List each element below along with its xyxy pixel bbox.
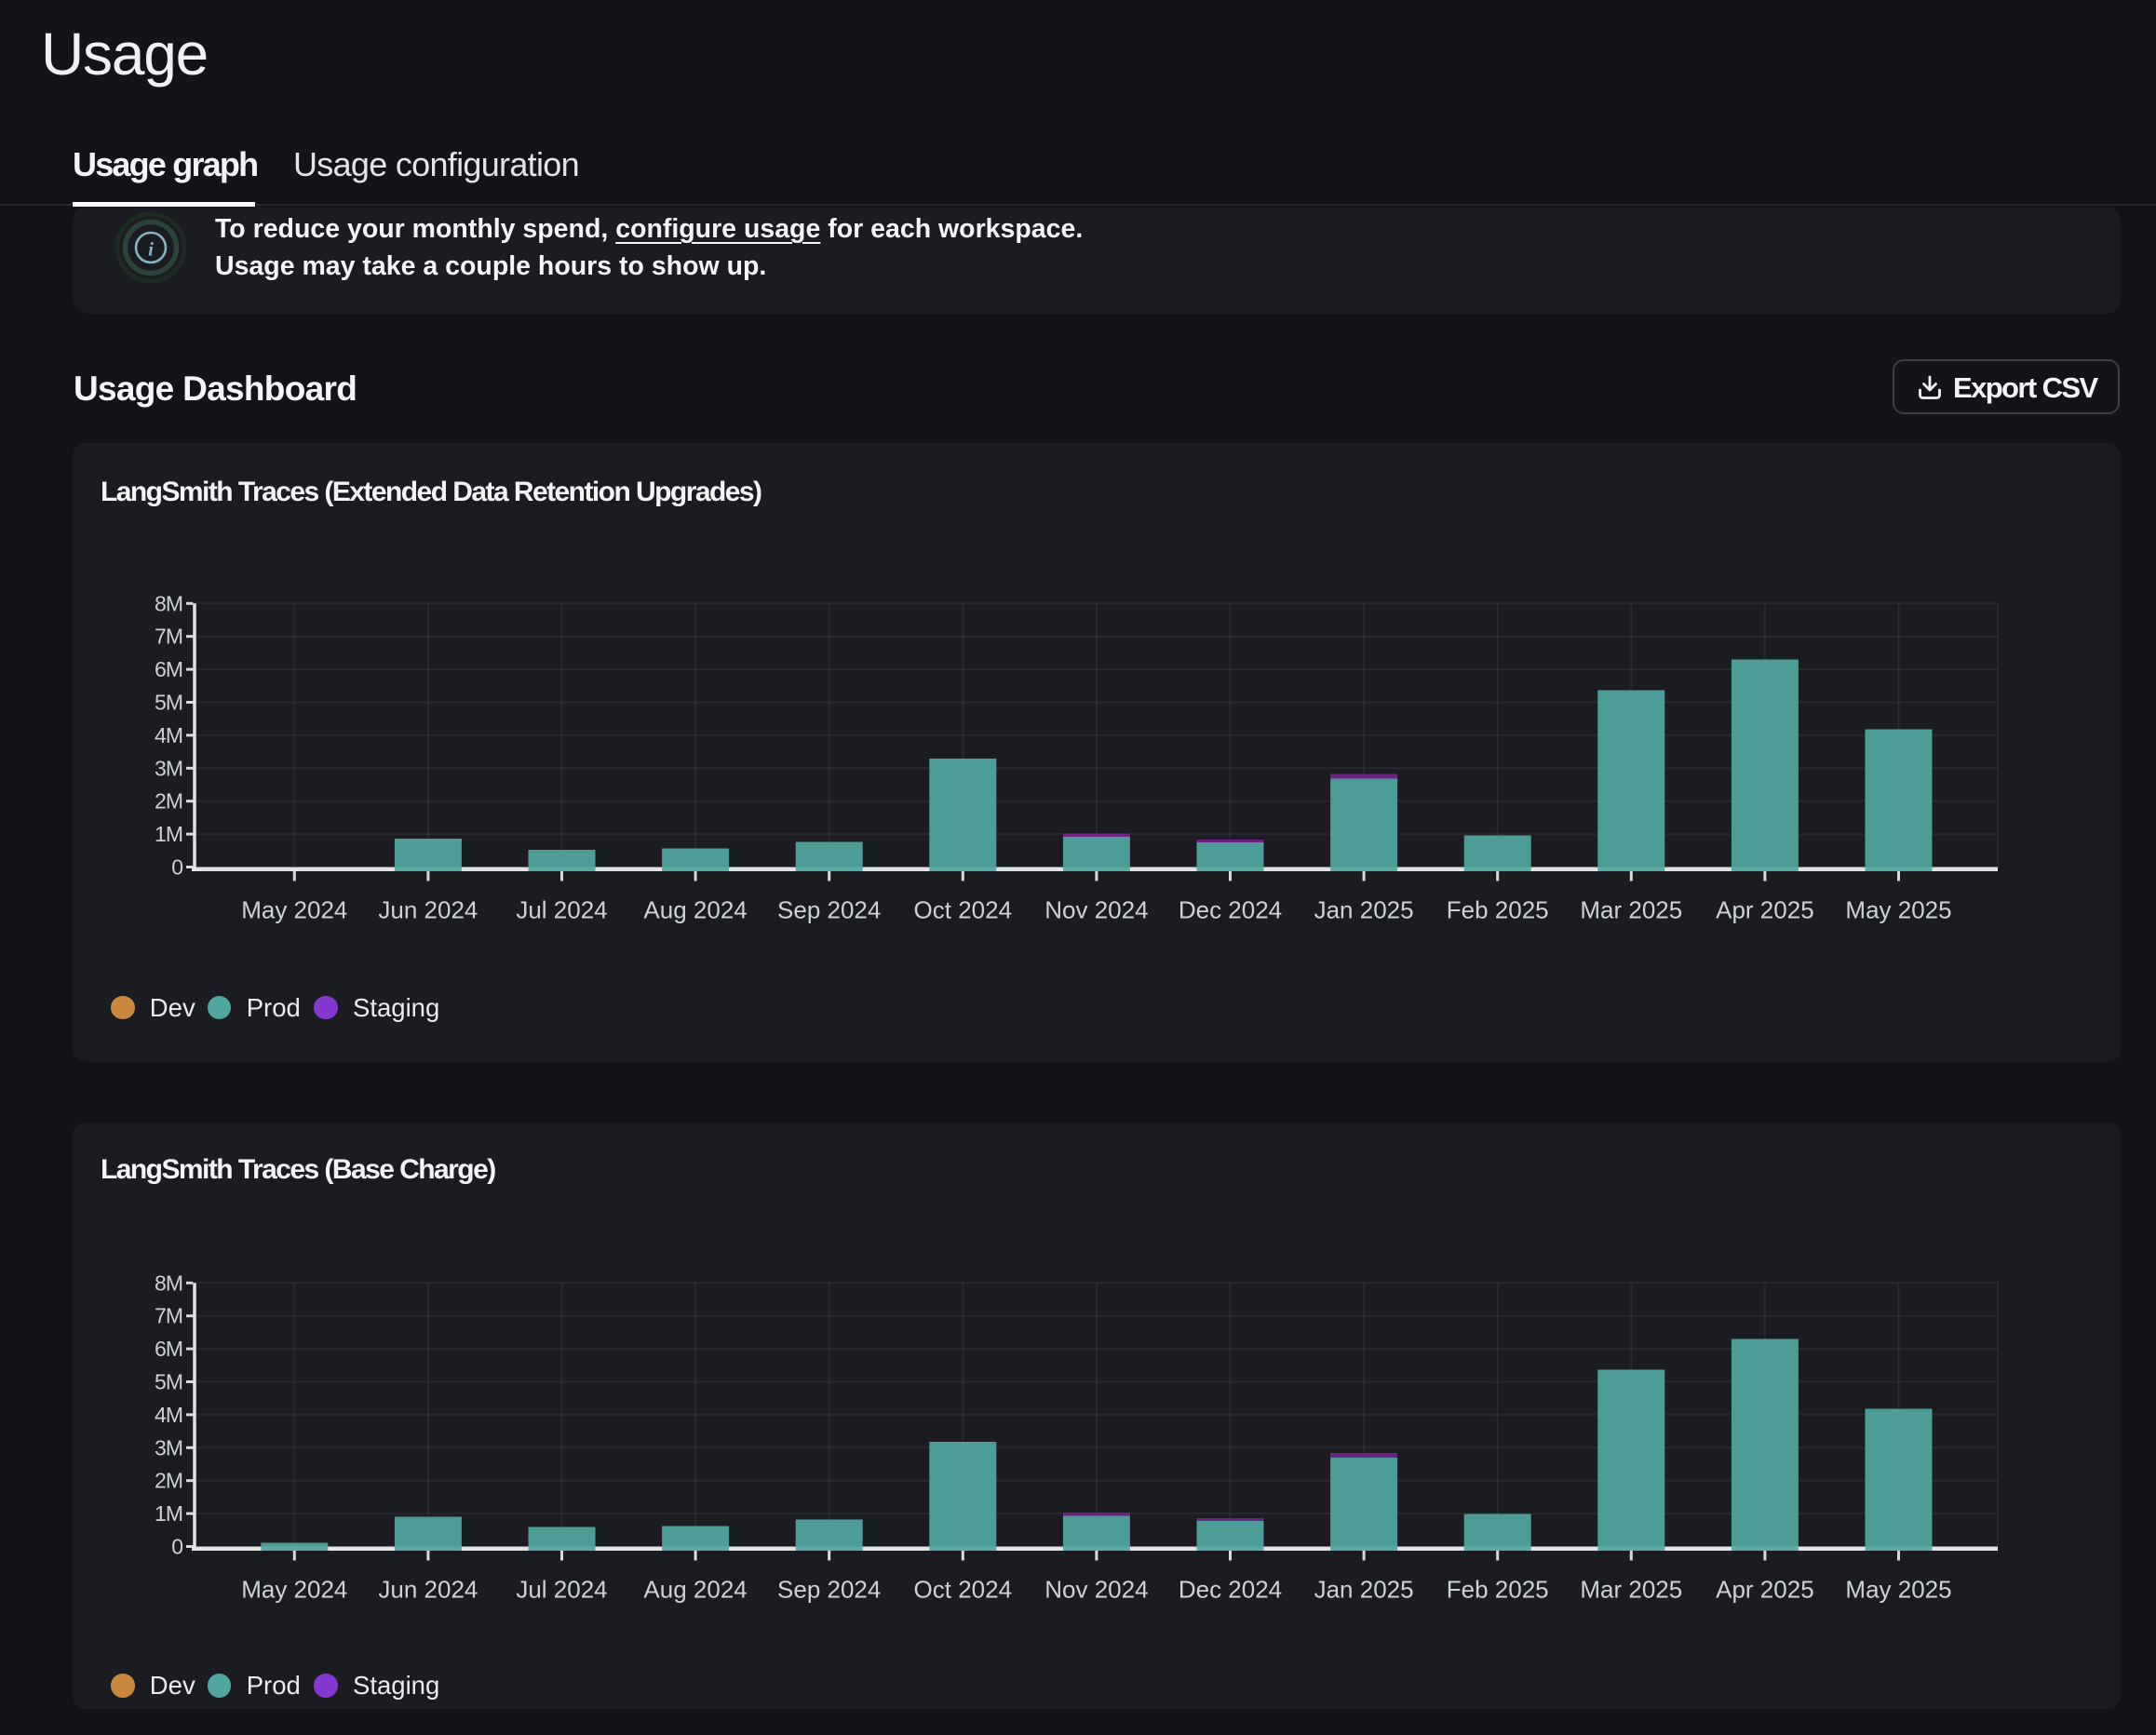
svg-text:May 2024: May 2024 [241, 1576, 347, 1604]
svg-text:Jan 2025: Jan 2025 [1314, 896, 1414, 924]
svg-text:4M: 4M [155, 1403, 182, 1427]
svg-text:Jan 2025: Jan 2025 [1314, 1576, 1414, 1604]
svg-text:8M: 8M [155, 1271, 182, 1295]
svg-text:Mar 2025: Mar 2025 [1580, 1576, 1682, 1604]
svg-text:Mar 2025: Mar 2025 [1580, 896, 1682, 924]
svg-text:0: 0 [171, 1535, 182, 1559]
svg-text:Aug 2024: Aug 2024 [643, 896, 747, 924]
svg-text:Dec 2024: Dec 2024 [1179, 896, 1282, 924]
svg-text:Nov 2024: Nov 2024 [1044, 1576, 1148, 1604]
svg-text:5M: 5M [155, 691, 182, 715]
svg-text:7M: 7M [155, 625, 182, 649]
svg-text:3M: 3M [155, 1435, 182, 1459]
svg-text:2M: 2M [155, 1469, 182, 1493]
svg-text:4M: 4M [155, 723, 182, 747]
svg-text:Aug 2024: Aug 2024 [643, 1576, 747, 1604]
svg-text:Oct 2024: Oct 2024 [914, 1576, 1013, 1604]
svg-text:0: 0 [171, 855, 182, 880]
svg-text:May 2025: May 2025 [1845, 896, 1951, 924]
svg-text:7M: 7M [155, 1304, 182, 1328]
svg-text:3M: 3M [155, 756, 182, 780]
svg-text:Jul 2024: Jul 2024 [516, 1576, 607, 1604]
svg-text:6M: 6M [155, 657, 182, 681]
svg-text:Nov 2024: Nov 2024 [1044, 896, 1148, 924]
svg-text:Apr 2025: Apr 2025 [1716, 1576, 1814, 1604]
svg-text:May 2024: May 2024 [241, 896, 347, 924]
svg-text:Jun 2024: Jun 2024 [378, 896, 478, 924]
svg-text:5M: 5M [155, 1370, 182, 1394]
svg-text:6M: 6M [155, 1337, 182, 1361]
svg-text:May 2025: May 2025 [1845, 1576, 1951, 1604]
svg-text:Jun 2024: Jun 2024 [378, 1576, 478, 1604]
svg-text:i: i [148, 238, 154, 261]
svg-text:Apr 2025: Apr 2025 [1716, 896, 1814, 924]
svg-text:1M: 1M [155, 822, 182, 846]
svg-text:Jul 2024: Jul 2024 [516, 896, 607, 924]
svg-text:Oct 2024: Oct 2024 [914, 896, 1013, 924]
svg-text:8M: 8M [155, 591, 182, 615]
svg-text:Sep 2024: Sep 2024 [777, 896, 881, 924]
svg-text:Feb 2025: Feb 2025 [1447, 1576, 1549, 1604]
svg-text:Feb 2025: Feb 2025 [1447, 896, 1549, 924]
svg-text:Sep 2024: Sep 2024 [777, 1576, 881, 1604]
svg-text:2M: 2M [155, 789, 182, 814]
svg-text:Dec 2024: Dec 2024 [1179, 1576, 1282, 1604]
svg-text:1M: 1M [155, 1501, 182, 1526]
